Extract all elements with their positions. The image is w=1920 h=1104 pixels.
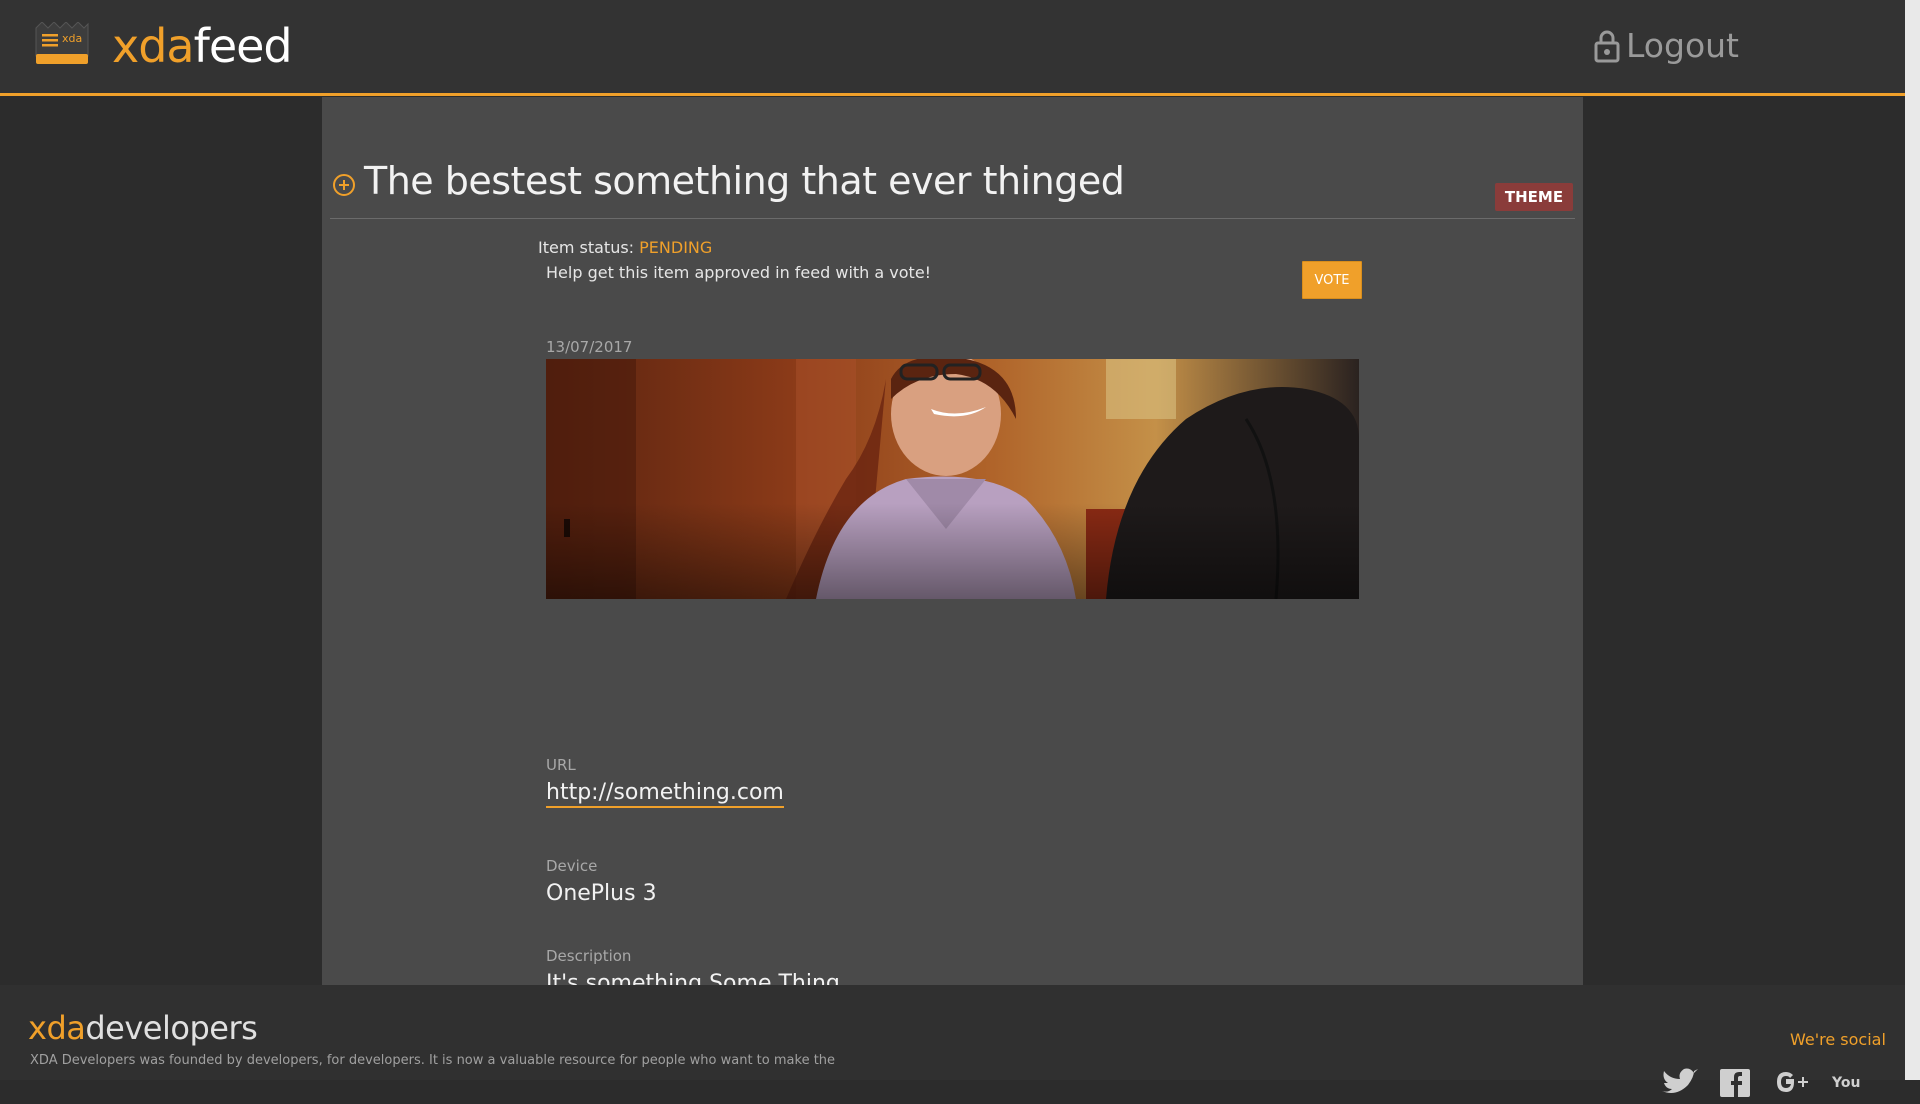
status-label: Item status: xyxy=(538,238,635,257)
device-field-value: OnePlus 3 xyxy=(546,881,657,906)
category-badge[interactable]: THEME xyxy=(1495,183,1573,211)
youtube-icon[interactable]: You xyxy=(1828,1067,1866,1097)
footer-brand-prefix: xda xyxy=(28,1009,86,1047)
social-heading: We're social xyxy=(1790,1030,1886,1049)
add-circle-icon[interactable] xyxy=(332,173,356,197)
footer-description: XDA Developers was founded by developers… xyxy=(30,1053,836,1068)
footer-brand-logo[interactable]: xdadevelopers xyxy=(28,1009,258,1047)
item-preview-image xyxy=(546,359,1359,599)
lock-icon xyxy=(1594,30,1620,62)
logout-button[interactable]: Logout xyxy=(1594,26,1739,65)
google-plus-icon[interactable] xyxy=(1772,1067,1810,1097)
svg-text:xda: xda xyxy=(62,32,82,45)
page-scrollbar[interactable] xyxy=(1905,0,1920,1080)
twitter-icon[interactable] xyxy=(1660,1067,1698,1097)
xda-logo-icon[interactable]: xda xyxy=(34,21,90,66)
device-field-label: Device xyxy=(546,857,598,875)
footer-brand-suffix: developers xyxy=(85,1009,258,1047)
item-title: The bestest something that ever thinged xyxy=(364,159,1125,203)
item-url-link[interactable]: http://something.com xyxy=(546,780,784,808)
svg-text:You: You xyxy=(1831,1075,1860,1091)
item-date: 13/07/2017 xyxy=(546,338,633,356)
url-field-label: URL xyxy=(546,756,576,774)
preview-photo xyxy=(546,359,1359,599)
item-title-row: The bestest something that ever thinged … xyxy=(330,159,1575,219)
social-icons: You xyxy=(1660,1067,1866,1097)
facebook-icon[interactable] xyxy=(1716,1067,1754,1097)
vote-help-text: Help get this item approved in feed with… xyxy=(546,263,932,282)
logout-label: Logout xyxy=(1626,26,1739,65)
description-field-label: Description xyxy=(546,947,632,965)
brand-logo[interactable]: xdafeed xyxy=(112,18,293,74)
brand-suffix: feed xyxy=(193,19,293,73)
top-header: xda xdafeed Logout xyxy=(0,0,1905,96)
item-status-line: Item status: PENDING xyxy=(538,238,712,257)
url-field-value: http://something.com xyxy=(546,780,784,808)
brand-prefix: xda xyxy=(112,19,195,73)
status-value: PENDING xyxy=(639,238,713,257)
vote-button[interactable]: VOTE xyxy=(1302,261,1362,299)
page-footer: xdadevelopers XDA Developers was founded… xyxy=(0,985,1905,1097)
item-detail-card: The bestest something that ever thinged … xyxy=(322,97,1583,996)
